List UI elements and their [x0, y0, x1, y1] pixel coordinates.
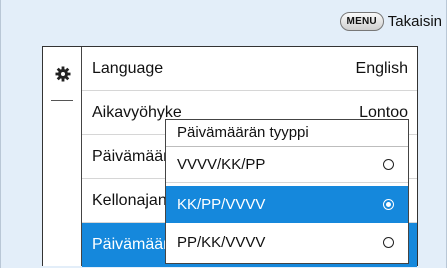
option-label: PP/KK/VVVV — [177, 233, 266, 251]
gear-icon[interactable] — [55, 66, 71, 82]
option-mm-dd-yyyy[interactable]: KK/PP/VVVV — [166, 186, 408, 223]
option-yyyy-mm-dd[interactable]: VVVV/KK/PP — [166, 147, 408, 183]
menu-key-icon[interactable]: MENU — [339, 12, 384, 31]
menu-item-value: English — [355, 59, 408, 77]
menu-item-label: Language — [92, 59, 164, 77]
menu-item-label: Päivämäär — [92, 236, 169, 253]
category-divider — [51, 100, 73, 101]
top-bar: MENU Takaisin — [339, 12, 442, 31]
back-label[interactable]: Takaisin — [388, 13, 442, 30]
date-type-dropdown: Päivämäärän tyyppi VVVV/KK/PP KK/PP/VVVV… — [165, 119, 409, 264]
radio-unselected-icon[interactable] — [383, 236, 394, 248]
menu-item-language[interactable]: Language English — [82, 47, 417, 91]
menu-item-label: Kellonajan — [92, 191, 167, 209]
radio-selected-icon[interactable] — [383, 199, 394, 210]
radio-unselected-icon[interactable] — [383, 159, 394, 170]
option-label: VVVV/KK/PP — [177, 156, 266, 173]
category-column — [43, 47, 82, 266]
option-label: KK/PP/VVVV — [177, 196, 266, 213]
settings-screen: MENU Takaisin Language English Aikavyöhy… — [0, 0, 447, 268]
dropdown-title: Päivämäärän tyyppi — [166, 120, 408, 147]
option-dd-mm-yyyy[interactable]: PP/KK/VVVV — [166, 224, 408, 260]
